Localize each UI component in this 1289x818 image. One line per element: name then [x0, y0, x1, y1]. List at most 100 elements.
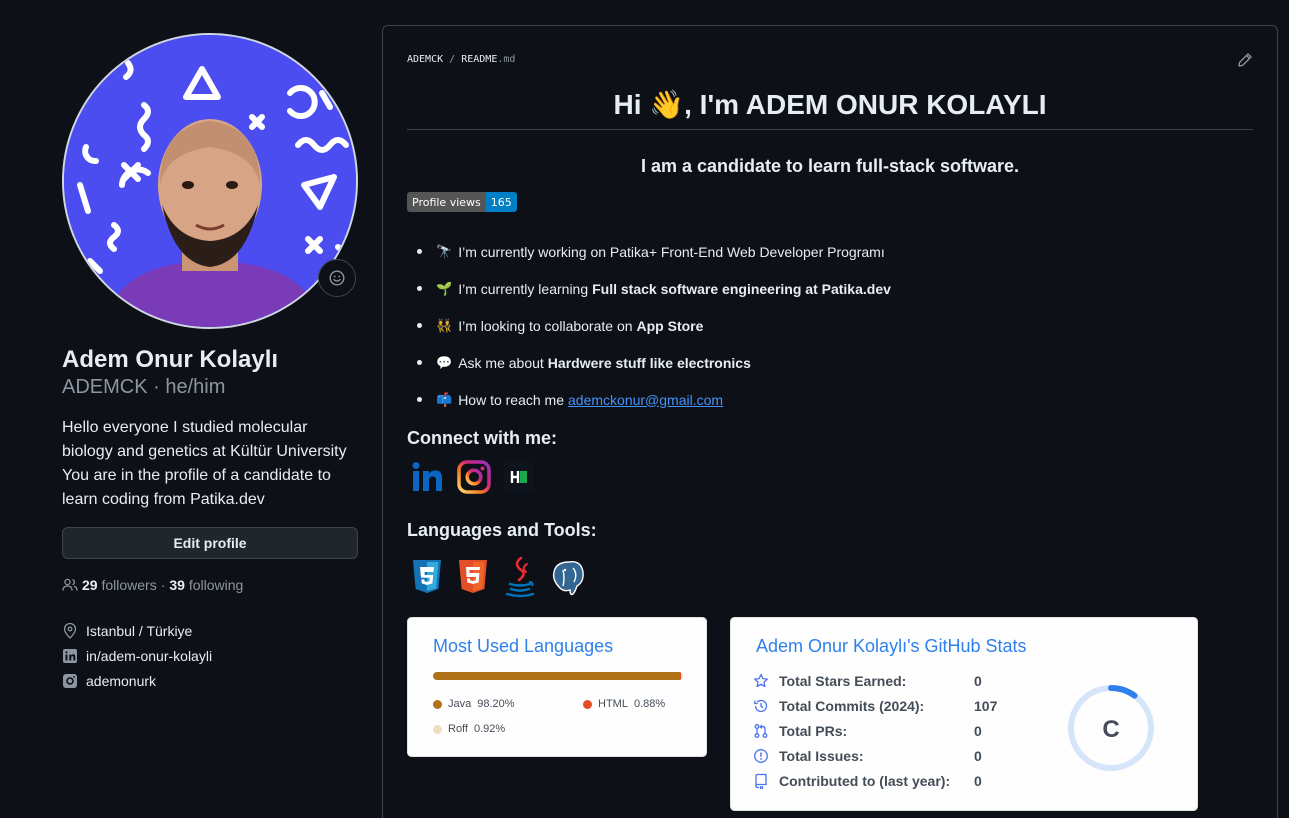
following-count: 39: [169, 577, 185, 593]
profile-full-name: Adem Onur Kolaylı: [62, 346, 279, 373]
bio-line: Hello everyone I studied molecular: [62, 419, 308, 436]
github-stats-card: Adem Onur Kolaylı's GitHub Stats Total S…: [730, 617, 1198, 811]
tools-list: [411, 556, 587, 598]
profile-vcard: Istanbul / Türkiye in/adem-onur-kolayli …: [62, 618, 212, 693]
instagram-icon[interactable]: [457, 460, 491, 494]
stat-row: Total PRs: 0: [753, 718, 1014, 743]
bullet-dot: [417, 286, 422, 291]
avatar[interactable]: [62, 33, 358, 329]
breadcrumb-file[interactable]: README: [461, 54, 497, 65]
bullet-dot: [417, 360, 422, 365]
hackerrank-icon[interactable]: [503, 461, 535, 493]
instagram-icon: [63, 673, 77, 688]
instagram-item[interactable]: ademonurk: [62, 668, 212, 693]
edit-readme-button[interactable]: [1237, 52, 1253, 73]
lang-pct: 0.92%: [473, 723, 506, 735]
breadcrumb-user[interactable]: ADEMCK: [407, 54, 443, 65]
heading-hi: Hi: [613, 89, 642, 120]
linkedin-text: in/adem-onur-kolayli: [86, 647, 213, 664]
profile-bio: Hello everyone I studied molecular biolo…: [62, 416, 362, 512]
bullet-text: I’m currently learning: [458, 280, 589, 297]
follow-stats: 29 followers · 39 following: [62, 577, 243, 593]
stat-row: Total Commits (2024): 107: [753, 693, 1014, 718]
bullet-dot: [417, 323, 422, 328]
stat-row: Total Stars Earned: 0: [753, 668, 1014, 693]
pull-request-icon: [754, 723, 768, 738]
bullet-bold: Hardwere stuff like electronics: [547, 354, 751, 371]
people-icon: [62, 578, 78, 591]
seedling-icon: 🌱: [436, 280, 453, 296]
connect-heading: Connect with me:: [407, 428, 558, 448]
bullet-dot: [417, 397, 422, 402]
profile-readme: ADEMCK / README.md Hi 👋, I'm ADEM ONUR K…: [382, 25, 1278, 818]
location-item: Istanbul / Türkiye: [62, 618, 212, 643]
follow-separator: ·: [160, 577, 166, 593]
java-icon[interactable]: [503, 556, 537, 598]
stat-value: 107: [974, 697, 998, 714]
readme-heading: Hi 👋, I'm ADEM ONUR KOLAYLI: [407, 88, 1253, 130]
rank-circle: C: [1068, 685, 1154, 771]
linkedin-item[interactable]: in/adem-onur-kolayli: [62, 643, 212, 668]
stat-label: Total Commits (2024):: [779, 697, 925, 714]
bullet-dot: [417, 249, 422, 254]
lang-dot: [433, 724, 442, 734]
followers-label: followers: [101, 577, 157, 593]
heading-name: , I'm ADEM ONUR KOLAYLI: [684, 89, 1047, 120]
lang-name: Roff: [448, 723, 468, 735]
stat-value: 0: [974, 672, 982, 689]
stat-row: Contributed to (last year): 0: [753, 768, 1014, 793]
stat-row: Total Issues: 0: [753, 743, 1014, 768]
location-icon: [63, 622, 77, 639]
star-icon: [754, 673, 768, 687]
stat-label: Contributed to (last year):: [779, 772, 951, 789]
profile-views-badge: Profile views 165: [407, 192, 517, 212]
badge-value: 165: [485, 192, 517, 212]
html5-icon[interactable]: [457, 558, 489, 598]
list-item: 💬 Ask me about Hardwere stuff like elect…: [417, 344, 891, 381]
wave-icon: 👋: [649, 89, 685, 120]
repo-icon: [755, 773, 767, 789]
list-item: 📫 How to reach me ademckonur@gmail.com: [417, 381, 891, 418]
people-dancing-icon: 👯: [436, 317, 453, 333]
badge-label: Profile views: [407, 192, 486, 212]
lang-legend-item: Roff 0.92%: [433, 723, 505, 735]
profile-pronouns: he/him: [165, 376, 226, 398]
stat-value: 0: [974, 772, 982, 789]
edit-profile-button[interactable]: Edit profile: [62, 527, 358, 559]
social-links: [409, 459, 535, 495]
breadcrumb-separator: /: [449, 54, 456, 65]
tools-heading: Languages and Tools:: [407, 520, 597, 540]
avatar-container: [62, 33, 358, 329]
stat-value: 0: [974, 722, 982, 739]
list-item: 🌱 I’m currently learning Full stack soft…: [417, 270, 891, 307]
smiley-icon: [329, 270, 345, 286]
followers-count: 29: [82, 577, 98, 593]
bullet-bold: App Store: [636, 317, 704, 334]
postgresql-icon[interactable]: [551, 558, 587, 598]
css3-icon[interactable]: [411, 558, 443, 598]
lang-bar-segment: [433, 672, 679, 680]
following-link[interactable]: 39 following: [169, 577, 243, 593]
profile-login-line: ADEMCK · he/him: [62, 376, 226, 398]
bio-line: biology and genetics at Kültür Universit…: [62, 443, 347, 460]
list-item: 👯 I’m looking to collaborate on App Stor…: [417, 307, 891, 344]
bullet-text: I’m looking to collaborate on: [458, 317, 633, 334]
lang-legend-item: Java 98.20%: [433, 698, 515, 710]
stats-card-title: Adem Onur Kolaylı's GitHub Stats: [756, 636, 1027, 656]
stat-label: Total PRs:: [779, 722, 848, 739]
lang-pct: 0.88%: [633, 698, 666, 710]
linkedin-icon[interactable]: [409, 459, 445, 495]
rank-letter: C: [1102, 716, 1119, 743]
telescope-icon: 🔭: [436, 243, 453, 259]
lang-name: HTML: [598, 698, 628, 710]
avatar-image: [64, 35, 356, 327]
email-link[interactable]: ademckonur@gmail.com: [568, 392, 723, 408]
set-status-button[interactable]: [318, 259, 356, 297]
breadcrumb-ext: .md: [497, 54, 516, 65]
lang-pct: 98.20%: [477, 698, 515, 710]
bullet-text: Ask me about: [458, 354, 544, 371]
languages-card: Most Used Languages Java 98.20% HTML 0.8…: [407, 617, 707, 757]
followers-link[interactable]: 29 followers: [82, 577, 157, 593]
profile-login: ADEMCK: [62, 376, 148, 398]
speech-bubble-icon: 💬: [436, 354, 453, 370]
